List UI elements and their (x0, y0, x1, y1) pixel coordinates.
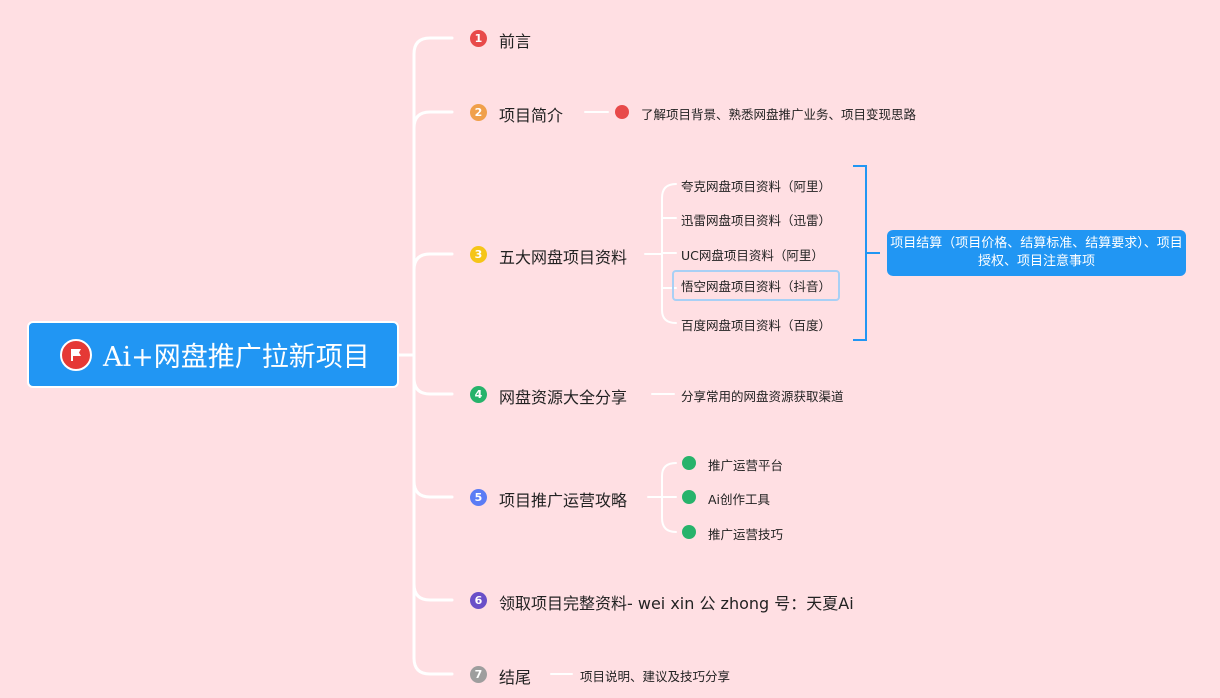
material-quark[interactable]: 夸克网盘项目资料（阿里） (681, 176, 831, 195)
branch-preface[interactable]: 前言 (499, 28, 531, 52)
number-badge-3: 3 (470, 246, 487, 263)
strategy-tips[interactable]: 推广运营技巧 (708, 524, 783, 543)
resources-detail[interactable]: 分享常用的网盘资源获取渠道 (681, 386, 844, 405)
number-badge-1: 1 (470, 30, 487, 47)
strategy-platform[interactable]: 推广运营平台 (708, 455, 783, 474)
strategy-ai-tools[interactable]: Ai创作工具 (708, 489, 770, 508)
branch-get-materials[interactable]: 领取项目完整资料- wei xin 公 zhong 号：天夏Ai (499, 590, 854, 614)
number-badge-2: 2 (470, 104, 487, 121)
red-dot-icon (615, 105, 629, 119)
ending-detail[interactable]: 项目说明、建议及技巧分享 (580, 666, 730, 685)
material-uc[interactable]: UC网盘项目资料（阿里） (681, 245, 824, 264)
number-badge-4: 4 (470, 386, 487, 403)
green-dot-icon (682, 456, 696, 470)
branch-materials[interactable]: 五大网盘项目资料 (499, 244, 627, 268)
material-xunlei[interactable]: 迅雷网盘项目资料（迅雷） (681, 210, 831, 229)
material-baidu[interactable]: 百度网盘项目资料（百度） (681, 315, 831, 334)
root-topic[interactable]: Ai+网盘推广拉新项目 (27, 321, 399, 388)
flag-icon (60, 338, 92, 371)
number-badge-6: 6 (470, 592, 487, 609)
branch-strategy[interactable]: 项目推广运营攻略 (499, 487, 627, 511)
root-title: Ai+网盘推广拉新项目 (103, 342, 370, 373)
number-badge-7: 7 (470, 666, 487, 683)
branch-ending[interactable]: 结尾 (499, 664, 531, 688)
intro-detail[interactable]: 了解项目背景、熟悉网盘推广业务、项目变现思路 (641, 104, 916, 123)
branch-intro[interactable]: 项目简介 (499, 102, 563, 126)
number-badge-5: 5 (470, 489, 487, 506)
summary-box[interactable]: 项目结算（项目价格、结算标准、结算要求）、项目授权、项目注意事项 (887, 230, 1186, 276)
branch-resources[interactable]: 网盘资源大全分享 (499, 384, 627, 408)
summary-bracket (853, 165, 880, 341)
material-wukong[interactable]: 悟空网盘项目资料（抖音） (672, 270, 841, 301)
green-dot-icon (682, 490, 696, 504)
green-dot-icon (682, 525, 696, 539)
